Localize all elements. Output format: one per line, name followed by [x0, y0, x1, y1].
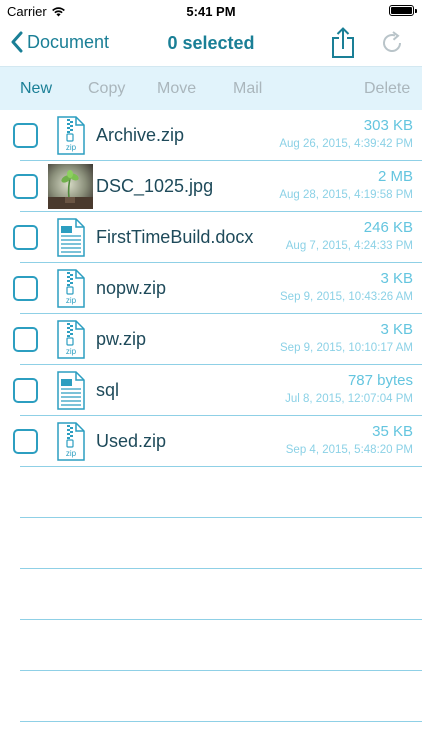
file-size: 303 KB: [363, 117, 413, 134]
file-size: 3 KB: [380, 321, 413, 338]
select-checkbox[interactable]: [13, 225, 38, 250]
copy-button[interactable]: Copy: [88, 80, 125, 98]
file-list: zip Archive.zip 303 KB Aug 26, 2015, 4:3…: [0, 110, 422, 467]
row-divider: [20, 466, 422, 467]
empty-row-divider: [20, 517, 422, 518]
file-size: 246 KB: [363, 219, 413, 236]
zip-file-icon: zip: [57, 269, 85, 308]
file-name: Used.zip: [96, 431, 167, 451]
zip-label: zip: [66, 296, 77, 305]
select-checkbox[interactable]: [13, 174, 38, 199]
select-checkbox[interactable]: [13, 327, 38, 352]
battery-icon: [389, 5, 417, 16]
file-size: 2 MB: [377, 168, 413, 185]
status-bar: Carrier 5:41 PM: [0, 0, 422, 22]
zip-label: zip: [66, 143, 77, 152]
file-name: nopw.zip: [96, 278, 167, 298]
empty-row-divider: [20, 619, 422, 620]
file-size: 787 bytes: [347, 372, 413, 389]
file-row[interactable]: DSC_1025.jpg 2 MB Aug 28, 2015, 4:19:58 …: [0, 161, 422, 212]
file-row[interactable]: zip Archive.zip 303 KB Aug 26, 2015, 4:3…: [0, 110, 422, 161]
file-name: DSC_1025.jpg: [96, 176, 214, 196]
select-checkbox[interactable]: [13, 429, 38, 454]
file-size: 3 KB: [380, 270, 413, 287]
file-name: Archive.zip: [96, 125, 185, 145]
zip-file-icon: zip: [57, 422, 85, 461]
image-thumbnail: [48, 164, 93, 209]
file-date: Sep 9, 2015, 10:10:17 AM: [280, 342, 413, 354]
file-row[interactable]: FirstTimeBuild.docx 246 KB Aug 7, 2015, …: [0, 212, 422, 263]
move-button[interactable]: Move: [157, 80, 196, 98]
refresh-icon[interactable]: [380, 30, 406, 56]
zip-file-icon: zip: [57, 320, 85, 359]
file-size: 35 KB: [372, 423, 413, 440]
zip-label: zip: [66, 449, 77, 458]
file-date: Aug 28, 2015, 4:19:58 PM: [279, 189, 413, 201]
status-time: 5:41 PM: [186, 4, 236, 19]
navigation-bar: Document 0 selected: [0, 22, 422, 66]
file-name: sql: [96, 380, 120, 400]
file-name: pw.zip: [96, 329, 147, 349]
back-button[interactable]: Document: [10, 31, 109, 53]
action-toolbar: New Copy Move Mail Delete: [0, 66, 422, 110]
share-icon[interactable]: [330, 27, 356, 59]
new-button[interactable]: New: [20, 80, 52, 98]
file-row[interactable]: sql 787 bytes Jul 8, 2015, 12:07:04 PM: [0, 365, 422, 416]
document-file-icon: [57, 371, 85, 410]
empty-row-divider: [20, 568, 422, 569]
zip-label: zip: [66, 347, 77, 356]
file-name: FirstTimeBuild.docx: [96, 227, 254, 247]
file-date: Jul 8, 2015, 12:07:04 PM: [285, 393, 413, 405]
file-row[interactable]: zip pw.zip 3 KB Sep 9, 2015, 10:10:17 AM: [0, 314, 422, 365]
select-checkbox[interactable]: [13, 378, 38, 403]
chevron-left-icon: [11, 31, 23, 53]
back-label: Document: [27, 31, 110, 52]
empty-row-divider: [20, 670, 422, 671]
document-file-icon: [57, 218, 85, 257]
empty-row-divider: [20, 721, 422, 722]
file-date: Aug 7, 2015, 4:24:33 PM: [285, 240, 413, 252]
file-row[interactable]: zip nopw.zip 3 KB Sep 9, 2015, 10:43:26 …: [0, 263, 422, 314]
file-date: Sep 9, 2015, 10:43:26 AM: [280, 291, 413, 303]
select-checkbox[interactable]: [13, 123, 38, 148]
file-date: Sep 4, 2015, 5:48:20 PM: [285, 444, 413, 456]
zip-file-icon: zip: [57, 116, 85, 155]
delete-button[interactable]: Delete: [364, 80, 410, 98]
file-date: Aug 26, 2015, 4:39:42 PM: [279, 138, 413, 150]
file-row[interactable]: zip Used.zip 35 KB Sep 4, 2015, 5:48:20 …: [0, 416, 422, 467]
mail-button[interactable]: Mail: [233, 80, 262, 98]
select-checkbox[interactable]: [13, 276, 38, 301]
